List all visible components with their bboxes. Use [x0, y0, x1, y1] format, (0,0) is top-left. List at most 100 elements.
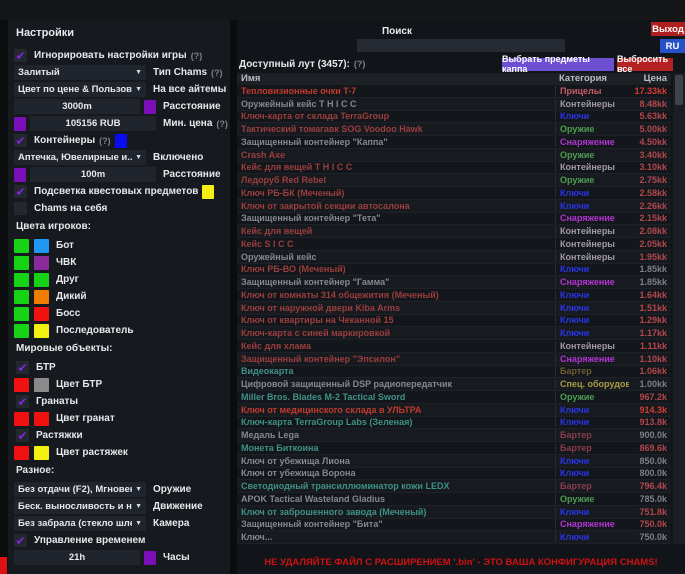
- item-category: Бартер: [555, 443, 629, 453]
- player-color-swatch-2[interactable]: [34, 273, 49, 287]
- hours-color-swatch[interactable]: [144, 551, 156, 565]
- help-icon[interactable]: (?): [211, 68, 223, 78]
- grenade-color-swatch-2[interactable]: [34, 412, 49, 426]
- column-header-name[interactable]: Имя: [237, 73, 555, 85]
- table-row[interactable]: Crash AxeОружие3.40kk: [237, 149, 671, 162]
- help-icon[interactable]: (?): [191, 51, 203, 61]
- table-row[interactable]: Ключ от убежища ЛионаКлючи850.0k: [237, 455, 671, 468]
- table-row[interactable]: Ключ...Ключи750.0k: [237, 531, 671, 544]
- item-price: 2.05kk: [629, 239, 671, 249]
- container-types-dropdown[interactable]: Аптечка, Ювелирные и... ▼: [14, 150, 146, 165]
- quest-highlight-checkbox[interactable]: ✔: [14, 185, 27, 198]
- grenades-checkbox[interactable]: ✔: [16, 395, 29, 408]
- grenades-label: Гранаты: [36, 396, 78, 407]
- chams-type-dropdown[interactable]: Залитый ▼: [14, 65, 146, 80]
- table-row[interactable]: Кейс для вещейКонтейнеры2.08kk: [237, 225, 671, 238]
- table-row[interactable]: Защищенный контейнер "Каппа"Снаряжение4.…: [237, 136, 671, 149]
- table-row[interactable]: Кейс для хламаКонтейнеры1.11kk: [237, 340, 671, 353]
- container-distance-input[interactable]: 100m: [30, 167, 156, 182]
- containers-color-swatch[interactable]: [115, 134, 127, 148]
- table-row[interactable]: Кейс для вещей T H I C CКонтейнеры3.10kk: [237, 162, 671, 175]
- player-color-swatch-1[interactable]: [14, 324, 29, 338]
- ignore-game-settings-checkbox[interactable]: ✔: [14, 49, 27, 62]
- table-row[interactable]: Ключ-карта TerraGroup Labs (Зеленая)Ключ…: [237, 417, 671, 430]
- table-row[interactable]: Защищенный контейнер "Бита"Снаряжение750…: [237, 519, 671, 532]
- table-row[interactable]: APOK Tactical Wasteland GladiusОружие785…: [237, 493, 671, 506]
- table-row[interactable]: Ключ-карта с синей маркировкойКлючи1.17k…: [237, 327, 671, 340]
- table-row[interactable]: Оружейный кейс T H I C CКонтейнеры8.48kk: [237, 98, 671, 111]
- table-row[interactable]: Miller Bros. Blades M-2 Tactical SwordОр…: [237, 391, 671, 404]
- player-color-swatch-1[interactable]: [14, 273, 29, 287]
- camera-dropdown[interactable]: Без забрала (стекло шлема) ▼: [14, 516, 146, 531]
- min-price-color-swatch[interactable]: [14, 117, 26, 131]
- help-icon[interactable]: (?): [99, 136, 111, 146]
- table-row[interactable]: Ключ от наружной двери Kiba ArmsКлючи1.5…: [237, 302, 671, 315]
- color-mode-dropdown[interactable]: Цвет по цене & Пользователь ▼: [14, 82, 146, 97]
- help-icon[interactable]: (?): [216, 119, 228, 129]
- grenade-color-swatch-1[interactable]: [14, 412, 29, 426]
- player-color-swatch-2[interactable]: [34, 256, 49, 270]
- tripwires-checkbox[interactable]: ✔: [16, 429, 29, 442]
- table-row[interactable]: Ключ от квартиры на Чеканной 15Ключи1.29…: [237, 315, 671, 328]
- drop-all-button[interactable]: Выбросить все: [617, 58, 673, 71]
- container-distance-color-swatch[interactable]: [14, 168, 26, 182]
- table-row[interactable]: Ключ от убежища ВоронаКлючи800.0k: [237, 468, 671, 481]
- player-color-row: ЧВК: [14, 255, 224, 270]
- select-kappa-button[interactable]: Выбрать предметы каппа: [502, 58, 614, 71]
- player-color-swatch-2[interactable]: [34, 324, 49, 338]
- player-color-swatch-1[interactable]: [14, 239, 29, 253]
- containers-checkbox[interactable]: ✔: [14, 134, 27, 147]
- scrollbar[interactable]: [673, 73, 685, 544]
- table-row[interactable]: Ключ от медицинского склада в УЛЬТРАКлюч…: [237, 404, 671, 417]
- time-control-checkbox[interactable]: ✔: [14, 534, 27, 547]
- hours-input[interactable]: 21h: [14, 550, 140, 565]
- player-color-swatch-1[interactable]: [14, 307, 29, 321]
- player-color-swatch-2[interactable]: [34, 307, 49, 321]
- chams-self-checkbox[interactable]: [14, 202, 27, 215]
- player-color-swatch-2[interactable]: [34, 239, 49, 253]
- column-header-price[interactable]: Цена: [629, 73, 671, 85]
- min-price-input[interactable]: 105156 RUB: [30, 116, 156, 131]
- table-row[interactable]: Ключ от заброшенного завода (Меченый)Клю…: [237, 506, 671, 519]
- distance-color-swatch[interactable]: [144, 100, 156, 114]
- table-row[interactable]: Оружейный кейсКонтейнеры1.95kk: [237, 251, 671, 264]
- table-row[interactable]: Кейс S I C CКонтейнеры2.05kk: [237, 238, 671, 251]
- tripwire-color-swatch-2[interactable]: [34, 446, 49, 460]
- scrollbar-thumb[interactable]: [675, 75, 683, 105]
- player-color-swatch-1[interactable]: [14, 290, 29, 304]
- btr-checkbox[interactable]: ✔: [16, 361, 29, 374]
- table-row[interactable]: Тепловизионные очки T-7Прицелы17.33kk: [237, 85, 671, 98]
- table-row[interactable]: Ледоруб Red RebelОружие2.75kk: [237, 174, 671, 187]
- player-color-swatch-2[interactable]: [34, 290, 49, 304]
- btr-color-swatch-2[interactable]: [34, 378, 49, 392]
- item-category: Оружие: [555, 150, 629, 160]
- player-color-swatch-1[interactable]: [14, 256, 29, 270]
- help-icon[interactable]: (?): [354, 59, 366, 69]
- table-row[interactable]: Ключ РБ-БК (Меченый)Ключи2.58kk: [237, 187, 671, 200]
- table-row[interactable]: Монета БиткоинаБартер869.6k: [237, 442, 671, 455]
- table-row[interactable]: Ключ РБ-ВО (Меченый)Ключи1.85kk: [237, 264, 671, 277]
- tripwire-color-swatch-1[interactable]: [14, 446, 29, 460]
- search-input[interactable]: [357, 39, 565, 52]
- movement-dropdown[interactable]: Беск. выносливость и нет уста ▼: [14, 499, 146, 514]
- table-row[interactable]: Ключ от закрытой секции автосалонаКлючи2…: [237, 200, 671, 213]
- column-header-category[interactable]: Категория: [555, 73, 629, 85]
- table-row[interactable]: Светодиодный трансиллюминатор кожи LEDXБ…: [237, 480, 671, 493]
- table-row[interactable]: Цифровой защищенный DSP радиопередатчикС…: [237, 378, 671, 391]
- table-row[interactable]: Защищенный контейнер "Гамма"Снаряжение1.…: [237, 276, 671, 289]
- item-category: Оружие: [555, 124, 629, 134]
- language-button[interactable]: RU: [660, 39, 685, 53]
- table-row[interactable]: ВидеокартаБартер1.06kk: [237, 366, 671, 379]
- weapon-dropdown[interactable]: Без отдачи (F2), Мгновенное п ▼: [14, 482, 146, 497]
- exit-button[interactable]: Выход: [651, 22, 685, 36]
- table-row[interactable]: Защищенный контейнер "Эпсилон"Снаряжение…: [237, 353, 671, 366]
- table-row[interactable]: Ключ-карта от склада TerraGroupКлючи5.63…: [237, 111, 671, 124]
- table-row[interactable]: Ключ от комнаты 314 общежития (Меченый)К…: [237, 289, 671, 302]
- table-row[interactable]: Медаль LegaБартер900.0k: [237, 429, 671, 442]
- quest-highlight-color-swatch[interactable]: [202, 185, 214, 199]
- btr-color-swatch-1[interactable]: [14, 378, 29, 392]
- table-row[interactable]: Тактический томагавк SOG Voodoo HawkОруж…: [237, 123, 671, 136]
- table-row[interactable]: Защищенный контейнер "Тета"Снаряжение2.1…: [237, 213, 671, 226]
- distance-input[interactable]: 3000m: [14, 99, 140, 114]
- item-category: Ключи: [555, 532, 629, 542]
